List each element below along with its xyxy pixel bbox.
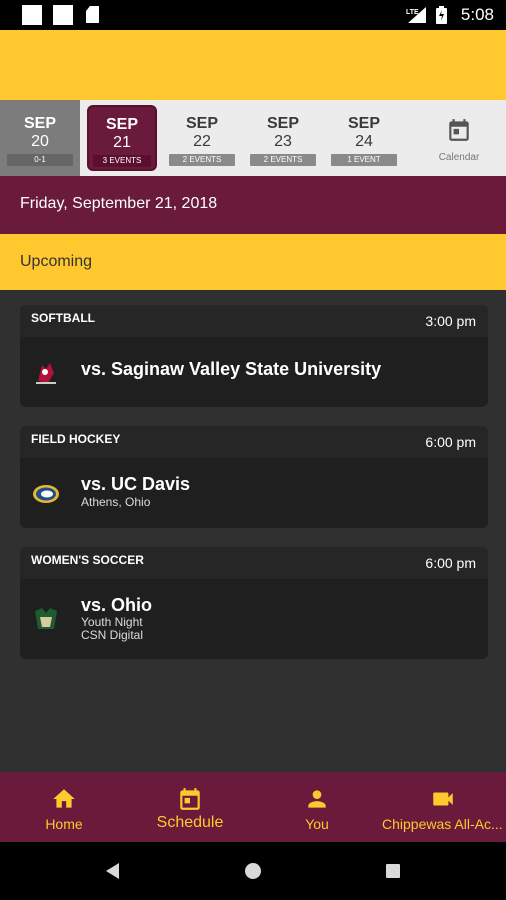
- signal-lte-icon: LTE: [406, 7, 426, 23]
- event-time: 3:00 pm: [425, 313, 476, 329]
- date-sep-24[interactable]: SEP 24 1 EVENT: [324, 100, 404, 176]
- date-badge: 3 EVENTS: [93, 155, 151, 167]
- battery-icon: [435, 6, 447, 24]
- status-bar: LTE 5:08: [0, 0, 506, 30]
- date-month: SEP: [347, 115, 380, 132]
- recents-icon[interactable]: [385, 863, 401, 879]
- date-badge: 1 EVENT: [331, 154, 397, 166]
- event-detail: Athens, Ohio: [81, 495, 151, 509]
- sd-card-icon: [86, 6, 99, 23]
- nav-schedule[interactable]: Schedule: [140, 772, 240, 842]
- day-header: Friday, September 21, 2018: [0, 176, 506, 234]
- event-time: 6:00 pm: [425, 555, 476, 571]
- date-day: 24: [355, 133, 373, 150]
- calendar-icon: [180, 788, 200, 810]
- date-month: SEP: [185, 115, 218, 132]
- team-logo-icon: [36, 363, 56, 384]
- date-day: 22: [193, 133, 211, 150]
- section-label: Upcoming: [20, 253, 93, 270]
- date-month: SEP: [105, 116, 138, 133]
- event-card[interactable]: FIELD HOCKEY 6:00 pm vs. UC Davis Athens…: [20, 426, 488, 528]
- date-strip: SEP 20 0-1 SEP 21 3 EVENTS SEP 22 2 EVEN…: [0, 100, 506, 176]
- date-sep-20[interactable]: SEP 20 0-1: [0, 100, 80, 176]
- event-detail: CSN Digital: [81, 628, 144, 642]
- date-month: SEP: [266, 115, 299, 132]
- date-day: 23: [274, 133, 292, 150]
- nav-label: Chippewas All-Ac...: [382, 816, 503, 832]
- date-month: SEP: [23, 115, 56, 132]
- svg-text:LTE: LTE: [406, 9, 419, 16]
- nav-label: Schedule: [156, 814, 224, 831]
- app-bar: [0, 30, 506, 100]
- home-button-icon[interactable]: [244, 862, 262, 880]
- date-day: 20: [31, 133, 49, 150]
- event-card[interactable]: WOMEN'S SOCCER 6:00 pm vs. Ohio Youth Ni…: [20, 547, 488, 659]
- date-badge: 2 EVENTS: [250, 154, 316, 166]
- person-icon: [308, 790, 326, 808]
- event-sport: FIELD HOCKEY: [31, 432, 121, 446]
- date-badge: 0-1: [7, 154, 73, 166]
- event-sport: SOFTBALL: [31, 311, 95, 325]
- clock: 5:08: [460, 5, 494, 24]
- nav-you[interactable]: You: [278, 772, 356, 842]
- date-sep-21[interactable]: SEP 21 3 EVENTS: [87, 105, 157, 171]
- date-sep-22[interactable]: SEP 22 2 EVENTS: [162, 100, 242, 176]
- team-logo-icon: [33, 485, 59, 503]
- date-sep-23[interactable]: SEP 23 2 EVENTS: [243, 100, 323, 176]
- calendar-label: Calendar: [438, 152, 480, 163]
- team-logo-icon: [35, 608, 57, 629]
- notification-icon: [53, 5, 73, 25]
- event-sport: WOMEN'S SOCCER: [31, 553, 144, 567]
- video-icon: [433, 792, 453, 806]
- event-time: 6:00 pm: [425, 434, 476, 450]
- notification-icon: [22, 5, 42, 25]
- event-card[interactable]: SOFTBALL 3:00 pm vs. Saginaw Valley Stat…: [20, 305, 488, 407]
- event-opponent: vs. UC Davis: [81, 474, 191, 494]
- nav-chippewas-all-access[interactable]: Chippewas All-Ac...: [380, 772, 506, 842]
- event-opponent: vs. Ohio: [81, 595, 153, 615]
- bottom-navigation: Home Schedule You Chippewas All-Ac...: [0, 772, 506, 842]
- nav-home[interactable]: Home: [22, 772, 106, 842]
- home-icon: [53, 789, 75, 808]
- calendar-button[interactable]: Calendar: [412, 100, 506, 176]
- day-header-text: Friday, September 21, 2018: [20, 195, 218, 212]
- back-icon[interactable]: [104, 862, 122, 880]
- nav-label: You: [305, 816, 329, 832]
- calendar-icon: [449, 119, 469, 141]
- system-navigation-bar: [0, 842, 506, 900]
- date-badge: 2 EVENTS: [169, 154, 235, 166]
- date-day: 21: [113, 134, 131, 151]
- section-header: Upcoming: [0, 234, 506, 290]
- nav-label: Home: [45, 816, 83, 832]
- event-opponent: vs. Saginaw Valley State University: [81, 359, 382, 379]
